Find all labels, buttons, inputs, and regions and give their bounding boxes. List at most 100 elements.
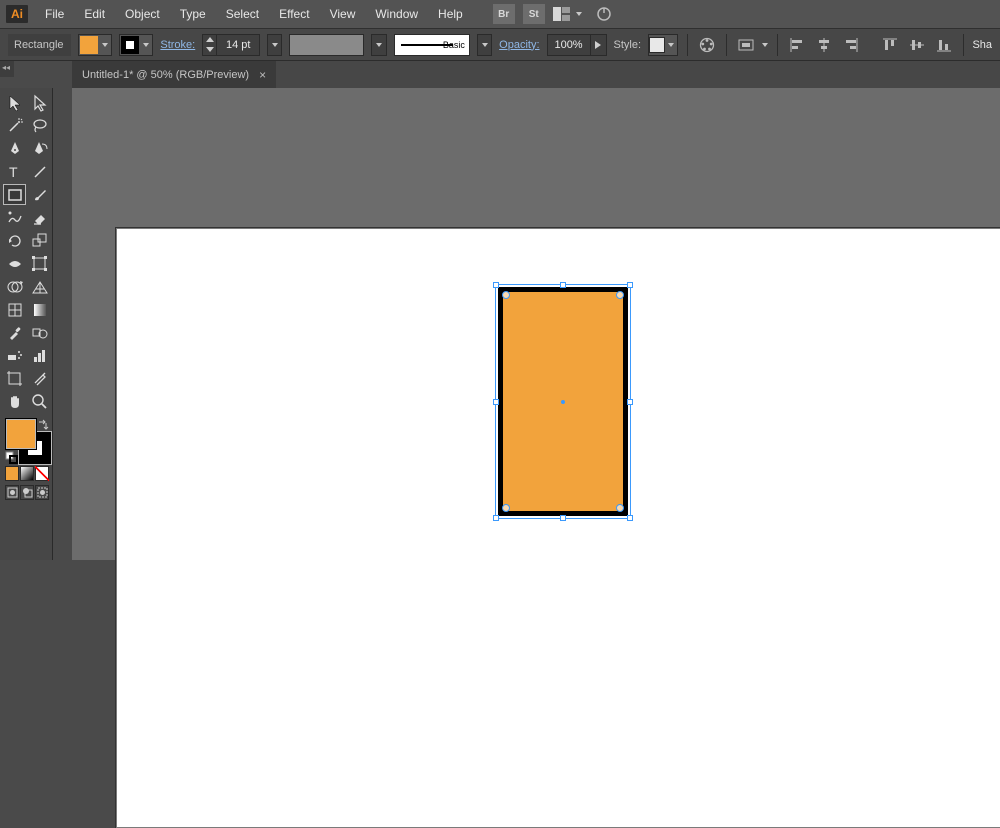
resize-handle-tl[interactable] bbox=[493, 282, 499, 288]
align-right-icon[interactable] bbox=[841, 34, 861, 56]
menu-type[interactable]: Type bbox=[171, 3, 215, 25]
arrange-documents-icon[interactable] bbox=[550, 3, 574, 25]
swap-fill-stroke-icon[interactable] bbox=[38, 418, 50, 430]
stroke-weight-dropdown[interactable] bbox=[267, 34, 282, 56]
selection-center-point[interactable] bbox=[561, 400, 565, 404]
fill-stroke-control[interactable] bbox=[5, 418, 51, 464]
magic-wand-tool[interactable] bbox=[3, 115, 26, 136]
stock-button[interactable]: St bbox=[523, 4, 545, 24]
blend-tool[interactable] bbox=[28, 322, 51, 343]
stroke-weight-up-icon[interactable] bbox=[203, 35, 216, 45]
stroke-panel-link[interactable]: Stroke: bbox=[160, 39, 195, 51]
align-to-selection-icon[interactable] bbox=[736, 34, 756, 56]
menu-view[interactable]: View bbox=[321, 3, 365, 25]
corner-radius-widget-tl[interactable] bbox=[502, 291, 510, 299]
color-mode-gradient[interactable] bbox=[20, 466, 34, 481]
panel-collapse-handle[interactable]: ◂◂ bbox=[0, 61, 14, 77]
type-tool[interactable]: T bbox=[3, 161, 26, 182]
free-transform-tool[interactable] bbox=[28, 253, 51, 274]
stroke-weight-value[interactable]: 14 pt bbox=[217, 39, 259, 51]
shape-panel-cut-label[interactable]: Sha bbox=[972, 39, 992, 51]
eraser-tool[interactable] bbox=[28, 207, 51, 228]
default-fill-stroke-icon[interactable] bbox=[6, 452, 18, 464]
pen-tool[interactable] bbox=[3, 138, 26, 159]
align-top-icon[interactable] bbox=[880, 34, 900, 56]
perspective-grid-tool[interactable] bbox=[28, 276, 51, 297]
opacity-panel-link[interactable]: Opacity: bbox=[499, 39, 539, 51]
stroke-swatch[interactable] bbox=[119, 34, 153, 56]
mesh-tool[interactable] bbox=[3, 299, 26, 320]
lasso-tool[interactable] bbox=[28, 115, 51, 136]
direct-selection-tool[interactable] bbox=[28, 92, 51, 113]
opacity-value[interactable]: 100% bbox=[548, 39, 590, 51]
align-to-caret-icon[interactable] bbox=[762, 43, 768, 47]
bridge-button[interactable]: Br bbox=[493, 4, 515, 24]
resize-handle-mr[interactable] bbox=[627, 399, 633, 405]
rotate-tool[interactable] bbox=[3, 230, 26, 251]
width-tool[interactable] bbox=[3, 253, 26, 274]
corner-radius-widget-bl[interactable] bbox=[502, 504, 510, 512]
arrange-documents-caret-icon[interactable] bbox=[576, 12, 582, 16]
curvature-tool[interactable] bbox=[28, 138, 51, 159]
gradient-tool[interactable] bbox=[28, 299, 51, 320]
draw-normal-icon[interactable] bbox=[5, 485, 19, 500]
divider bbox=[726, 34, 727, 56]
align-hcenter-icon[interactable] bbox=[814, 34, 834, 56]
selection-tool[interactable] bbox=[3, 92, 26, 113]
fill-swatch[interactable] bbox=[78, 34, 112, 56]
resize-handle-ml[interactable] bbox=[493, 399, 499, 405]
draw-behind-icon[interactable] bbox=[20, 485, 34, 500]
brush-dropdown[interactable] bbox=[477, 34, 492, 56]
color-mode-none[interactable] bbox=[35, 466, 49, 481]
artboard[interactable] bbox=[116, 228, 1000, 828]
graphic-style-swatch[interactable] bbox=[648, 34, 678, 56]
variable-width-dropdown[interactable] bbox=[371, 34, 386, 56]
stroke-weight-stepper[interactable]: 14 pt bbox=[202, 34, 260, 56]
column-graph-tool[interactable] bbox=[28, 345, 51, 366]
eyedropper-tool[interactable] bbox=[3, 322, 26, 343]
shape-builder-tool[interactable] bbox=[3, 276, 26, 297]
variable-width-profile[interactable] bbox=[289, 34, 364, 56]
menu-edit[interactable]: Edit bbox=[75, 3, 114, 25]
resize-handle-bm[interactable] bbox=[560, 515, 566, 521]
corner-radius-widget-br[interactable] bbox=[616, 504, 624, 512]
shaper-tool[interactable] bbox=[3, 207, 26, 228]
canvas-viewport[interactable] bbox=[72, 88, 1000, 560]
hand-tool[interactable] bbox=[3, 391, 26, 412]
resize-handle-tr[interactable] bbox=[627, 282, 633, 288]
scale-tool[interactable] bbox=[28, 230, 51, 251]
fill-color-box[interactable] bbox=[5, 418, 37, 450]
line-segment-tool[interactable] bbox=[28, 161, 51, 182]
artboard-tool[interactable] bbox=[3, 368, 26, 389]
color-mode-row bbox=[5, 466, 49, 481]
draw-inside-icon[interactable] bbox=[35, 485, 49, 500]
brush-definition[interactable]: Basic bbox=[394, 34, 470, 56]
menu-object[interactable]: Object bbox=[116, 3, 169, 25]
document-tab[interactable]: Untitled-1* @ 50% (RGB/Preview) × bbox=[72, 61, 276, 88]
close-tab-icon[interactable]: × bbox=[259, 68, 266, 82]
recolor-artwork-icon[interactable] bbox=[697, 34, 717, 56]
menu-help[interactable]: Help bbox=[429, 3, 472, 25]
menu-file[interactable]: File bbox=[36, 3, 73, 25]
color-mode-solid[interactable] bbox=[5, 466, 19, 481]
slice-tool[interactable] bbox=[28, 368, 51, 389]
gpu-preview-icon[interactable] bbox=[592, 3, 616, 25]
resize-handle-tm[interactable] bbox=[560, 282, 566, 288]
opacity-caret-icon[interactable] bbox=[590, 35, 606, 55]
menu-effect[interactable]: Effect bbox=[270, 3, 318, 25]
opacity-field[interactable]: 100% bbox=[547, 34, 607, 56]
menu-window[interactable]: Window bbox=[366, 3, 427, 25]
align-vcenter-icon[interactable] bbox=[907, 34, 927, 56]
stroke-weight-down-icon[interactable] bbox=[203, 45, 216, 55]
resize-handle-br[interactable] bbox=[627, 515, 633, 521]
menu-select[interactable]: Select bbox=[217, 3, 268, 25]
selection-bounding-box[interactable] bbox=[495, 284, 631, 519]
rectangle-tool[interactable] bbox=[3, 184, 26, 205]
zoom-tool[interactable] bbox=[28, 391, 51, 412]
align-bottom-icon[interactable] bbox=[934, 34, 954, 56]
align-left-icon[interactable] bbox=[787, 34, 807, 56]
corner-radius-widget-tr[interactable] bbox=[616, 291, 624, 299]
symbol-sprayer-tool[interactable] bbox=[3, 345, 26, 366]
resize-handle-bl[interactable] bbox=[493, 515, 499, 521]
paintbrush-tool[interactable] bbox=[28, 184, 51, 205]
